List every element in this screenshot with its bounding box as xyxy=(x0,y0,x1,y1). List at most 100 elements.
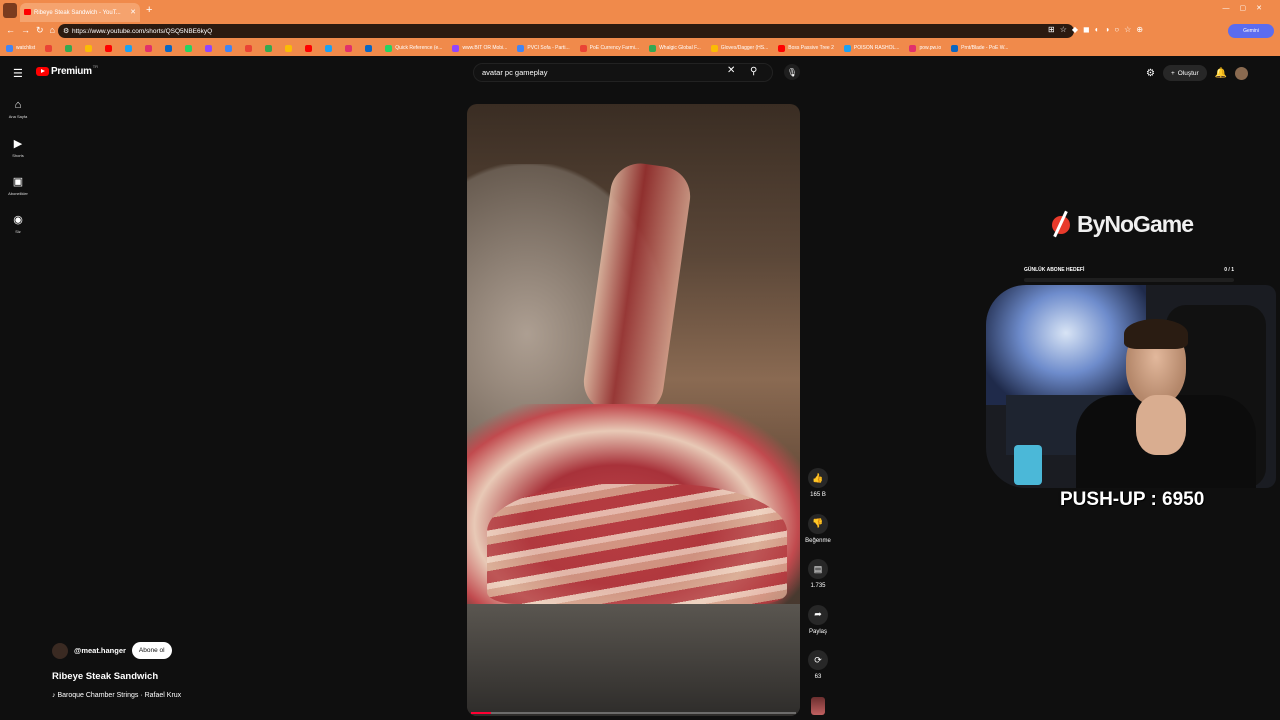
extension-icons[interactable]: ⊞☆◆◼◐◑○☆⊕ xyxy=(1048,25,1148,34)
sidenav-item[interactable]: ⌂ Ana Sayfa xyxy=(0,90,36,128)
sidenav-item[interactable]: ◉ Siz xyxy=(0,204,36,242)
dislike-icon[interactable]: 👎 xyxy=(808,513,828,534)
sound-thumbnail[interactable] xyxy=(811,697,825,715)
bookmark-item[interactable] xyxy=(325,44,335,52)
channel-name[interactable]: @meat.hanger xyxy=(74,646,126,655)
bookmark-item[interactable] xyxy=(245,44,255,52)
bookmark-item[interactable]: PoE Currency Farmi... xyxy=(579,44,640,52)
bookmark-item[interactable] xyxy=(85,44,95,52)
bookmark-favicon-icon xyxy=(205,44,213,52)
bookmark-item[interactable] xyxy=(45,44,55,52)
youtube-logo[interactable]: Premium TR xyxy=(36,64,99,77)
bookmark-item[interactable]: watchlist xyxy=(6,44,35,52)
browser-profile-button[interactable] xyxy=(3,3,17,18)
bookmark-favicon-icon xyxy=(65,44,73,52)
sidenav-item[interactable]: ▣ Abonelikler xyxy=(0,166,36,204)
short-video-player[interactable] xyxy=(467,104,800,716)
gemini-button[interactable]: Gemini xyxy=(1228,24,1274,38)
bookmark-favicon-icon xyxy=(778,44,786,52)
bynogame-logo: ByNoGame xyxy=(1050,210,1194,238)
share-action: ➦ Paylaş xyxy=(802,604,834,651)
channel-row: @meat.hanger Abone ol xyxy=(52,642,172,659)
bookmark-item[interactable] xyxy=(105,44,115,52)
logo-region: TR xyxy=(92,64,99,69)
bookmark-item[interactable] xyxy=(165,44,175,52)
subscribe-button[interactable]: Abone ol xyxy=(131,642,172,659)
bookmark-label: PoE Currency Farmi... xyxy=(589,45,640,51)
music-credit[interactable]: ♪ Baroque Chamber Strings · Rafael Krux xyxy=(52,692,181,699)
goal-progress-bar xyxy=(1024,278,1234,282)
brand-text: ByNoGame xyxy=(1077,210,1194,237)
video-frame-table xyxy=(467,604,800,716)
bookmark-item[interactable]: Gloves/Dagger (HS... xyxy=(710,44,768,52)
account-avatar[interactable] xyxy=(1235,66,1249,80)
settings-gear-icon[interactable]: ⚙ xyxy=(1146,68,1155,79)
dislike-label: Beğenme xyxy=(805,537,831,544)
bookmark-item[interactable] xyxy=(225,44,235,52)
clear-search-icon[interactable]: ✕ xyxy=(727,65,735,76)
bookmark-item[interactable] xyxy=(285,44,295,52)
remix-icon[interactable]: ⟳ xyxy=(808,650,828,670)
address-bar[interactable]: ⚙ https://www.youtube.com/shorts/QSQ5NBE… xyxy=(58,24,1074,38)
window-controls[interactable]: —▢✕ xyxy=(1223,4,1272,12)
shorts-icon: ▶ xyxy=(13,137,23,150)
subscriber-goal: GÜNLÜK ABONE HEDEFİ 0 / 1 xyxy=(1024,267,1234,273)
webcam-cup xyxy=(1014,445,1042,485)
logo-text: Premium xyxy=(51,66,92,77)
video-progress-bar[interactable] xyxy=(471,712,796,714)
bookmarks-bar: watchlist Quick Reference (e... www.BIT OR… xyxy=(0,40,1280,56)
remix-count: 63 xyxy=(814,674,822,680)
comment-icon[interactable]: ▤ xyxy=(808,559,828,579)
bookmark-item[interactable]: pow.pw.io xyxy=(909,44,941,52)
bookmark-item[interactable] xyxy=(265,44,275,52)
like-icon[interactable]: 👍 xyxy=(808,468,828,488)
bookmark-item[interactable] xyxy=(365,44,375,52)
bookmark-favicon-icon xyxy=(325,44,333,52)
notifications-bell-icon[interactable]: 🔔 xyxy=(1215,68,1227,79)
short-actions: 👍 165 B 👎 Beğenme ▤ 1.735 ➦ Paylaş ⟳ 63 xyxy=(802,468,834,696)
bookmark-item[interactable]: www.BIT OR Mobi... xyxy=(452,44,507,52)
browser-tab-active[interactable]: Ribeye Steak Sandwich - YouT... ✕ xyxy=(20,3,140,22)
bookmark-item[interactable]: POISON RASHOL... xyxy=(843,44,899,52)
bookmark-label: Whalgic Global F... xyxy=(659,45,701,51)
browser-tabstrip: Ribeye Steak Sandwich - YouT... ✕ + —▢✕ xyxy=(0,0,1280,22)
bookmark-label: PVCI Sofa - Parti... xyxy=(527,45,570,51)
search-icon[interactable]: ⚲ xyxy=(750,66,757,77)
bookmark-favicon-icon xyxy=(843,44,851,52)
tab-title: Ribeye Steak Sandwich - YouT... xyxy=(34,9,121,16)
site-info-icon[interactable]: ⚙ xyxy=(63,27,69,35)
plus-icon: + xyxy=(1170,69,1175,77)
sidenav-label: Ana Sayfa xyxy=(8,114,28,119)
bookmark-item[interactable] xyxy=(185,44,195,52)
search-value: avatar pc gameplay xyxy=(482,68,548,77)
bookmark-favicon-icon xyxy=(345,44,353,52)
bookmark-item[interactable] xyxy=(65,44,75,52)
bookmark-item[interactable]: Whalgic Global F... xyxy=(649,44,701,52)
sidenav-item[interactable]: ▶ Shorts xyxy=(0,128,36,166)
nav-buttons[interactable]: ←→↻⌂ xyxy=(6,25,61,36)
menu-icon[interactable]: ☰ xyxy=(13,67,23,80)
bookmark-item[interactable] xyxy=(205,44,215,52)
bookmark-item[interactable] xyxy=(125,44,135,52)
bookmark-item[interactable] xyxy=(345,44,355,52)
bookmark-label: Boss Passive Tree 2 xyxy=(788,45,834,51)
webcam-background-light xyxy=(986,285,1146,405)
bookmark-item[interactable] xyxy=(145,44,155,52)
new-tab-button[interactable]: + xyxy=(146,4,152,16)
goal-label: GÜNLÜK ABONE HEDEFİ xyxy=(1024,267,1085,273)
microphone-icon[interactable]: 🎙 xyxy=(784,64,800,80)
sidenav-label: Shorts xyxy=(12,152,24,158)
bookmark-item[interactable]: PVCI Sofa - Parti... xyxy=(517,44,570,52)
create-button[interactable]: + Oluştur xyxy=(1162,65,1207,81)
channel-avatar[interactable] xyxy=(52,642,68,659)
tab-close-icon[interactable]: ✕ xyxy=(130,8,136,16)
bookmark-item[interactable] xyxy=(305,44,315,52)
bookmark-favicon-icon xyxy=(265,44,273,52)
webcam-hand xyxy=(1136,395,1186,455)
bookmark-item[interactable]: Prnt/Blade - PoE W... xyxy=(951,44,1008,52)
bookmark-item[interactable]: Quick Reference (e... xyxy=(385,44,442,52)
bookmark-favicon-icon xyxy=(909,44,917,52)
share-icon[interactable]: ➦ xyxy=(808,604,828,625)
bookmark-item[interactable]: Boss Passive Tree 2 xyxy=(778,44,834,52)
header-actions: ⚙ + Oluştur 🔔 xyxy=(1146,65,1249,81)
